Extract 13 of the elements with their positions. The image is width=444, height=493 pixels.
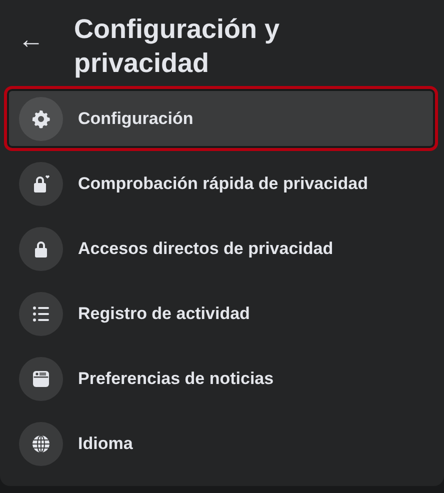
- panel-title: Configuración y privacidad: [74, 13, 281, 80]
- menu-item[interactable]: Comprobación rápida de privacidad: [4, 151, 438, 216]
- back-button[interactable]: ←: [18, 26, 60, 52]
- menu-item[interactable]: Configuración: [4, 86, 438, 151]
- lock-heart-icon: [31, 174, 51, 194]
- news-feed-icon: [31, 368, 51, 388]
- gear-icon: [31, 108, 51, 128]
- menu-item[interactable]: Preferencias de noticias: [4, 346, 438, 411]
- menu-item[interactable]: Idioma: [4, 411, 438, 476]
- list-icon: [31, 304, 51, 324]
- menu-item[interactable]: Registro de actividad: [4, 281, 438, 346]
- globe-icon: [31, 434, 51, 454]
- menu-item[interactable]: Accesos directos de privacidad: [4, 216, 438, 281]
